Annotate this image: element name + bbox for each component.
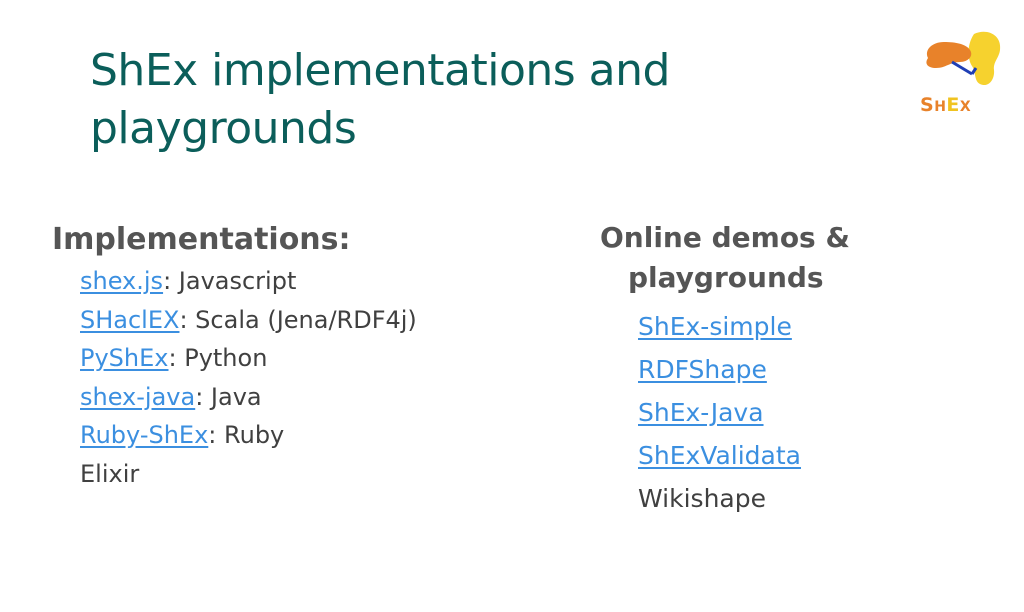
list-item: PyShEx: Python [80,344,268,372]
implementations-heading: Implementations: [52,222,351,257]
rdfshape-link[interactable]: RDFShape [638,355,767,384]
ruby-shex-link[interactable]: Ruby-ShEx [80,421,208,449]
list-item: Elixir [80,455,522,494]
list-item: SHaclEX: Scala (Jena/RDF4j) [80,305,417,334]
list-item: ShExValidata [638,434,1000,477]
shex-logo: SHEX [916,28,1002,120]
shex-java-link[interactable]: shex-java [80,383,195,411]
demos-heading-line-1: Online demos & [600,221,850,254]
list-item: shex-java: Java [80,382,262,411]
shaclex-link[interactable]: SHaclEX [80,306,179,334]
slide-title-line-2: playgrounds [90,103,357,154]
list-item: Wikishape [638,477,1000,520]
demos-section: Online demos & playgrounds ShEx-simple R… [600,218,1000,520]
slide-title: ShEx implementations and playgrounds [90,42,850,158]
wikishape-text: Wikishape [638,484,766,513]
shex-logo-wordmark: SHEX [920,94,972,116]
list-item: shex.js: Javascript [80,267,297,295]
shex-simple-link[interactable]: ShEx-simple [638,312,792,341]
list-item: ShEx-simple [638,305,1000,348]
pyshex-link[interactable]: PyShEx [80,344,169,372]
demos-heading: Online demos & playgrounds [600,218,1000,298]
demos-list: ShEx-simple RDFShape ShEx-Java ShExValid… [600,305,1000,520]
list-item: Ruby-ShEx: Ruby [80,421,285,449]
shexjs-link[interactable]: shex.js [80,267,163,295]
shex-java-demo-link[interactable]: ShEx-Java [638,398,764,427]
slide: ShEx implementations and playgrounds SHE… [0,0,1024,612]
implementations-list: shex.js: Javascript SHaclEX: Scala (Jena… [52,262,522,493]
list-item: RDFShape [638,348,1000,391]
slide-title-line-1: ShEx implementations and [90,45,670,96]
demos-heading-line-2: playgrounds [628,261,824,294]
implementations-section: Implementations: shex.js: Javascript SHa… [52,220,522,493]
shex-logo-icon [926,31,1001,86]
elixir-text: Elixir [80,459,140,488]
shexvalidata-link[interactable]: ShExValidata [638,441,801,470]
list-item: ShEx-Java [638,391,1000,434]
